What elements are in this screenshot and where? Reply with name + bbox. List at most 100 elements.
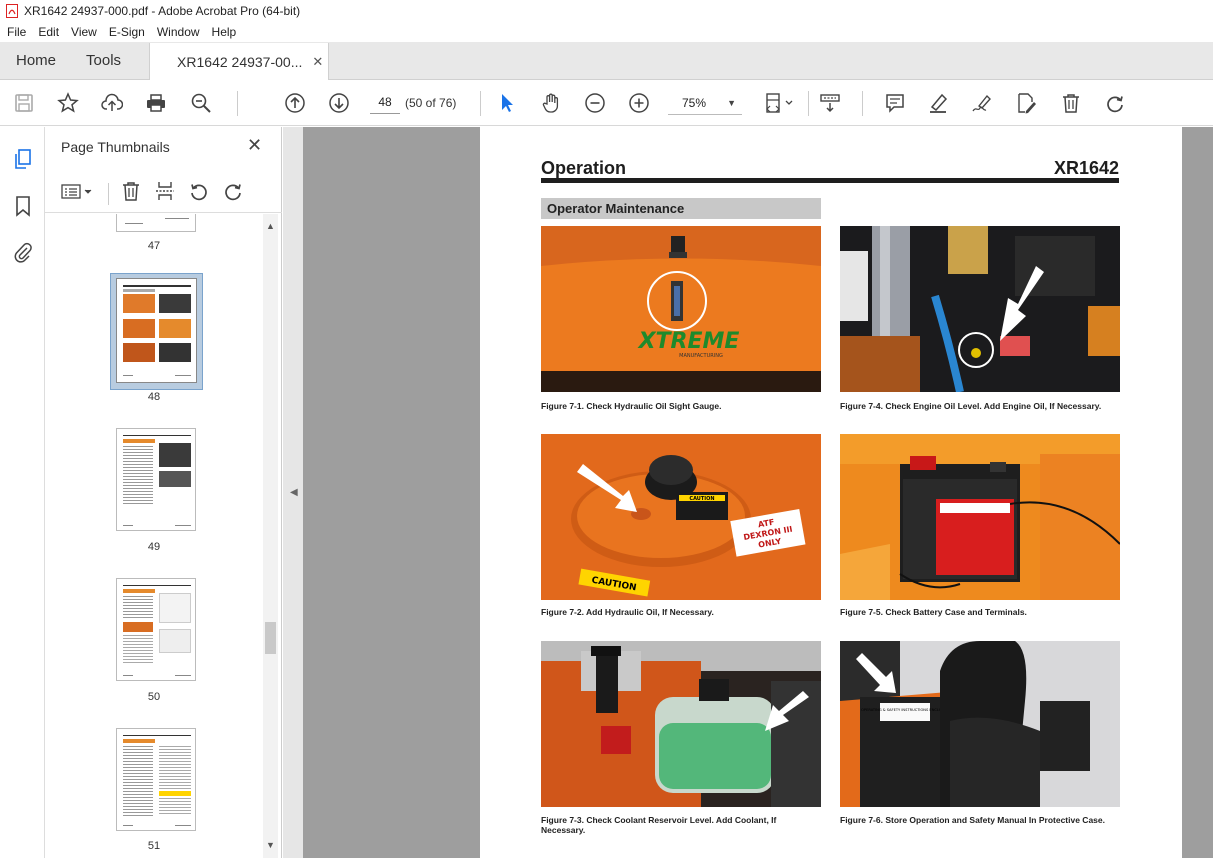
thumbnail-toolbar — [45, 171, 282, 213]
page-number-input[interactable]: 48 — [370, 90, 400, 114]
thumbnail-label: 49 — [147, 541, 161, 553]
attachments-paperclip-icon[interactable] — [11, 240, 35, 264]
manufacturing-logo-text: MANUFACTURING — [679, 353, 723, 359]
thumbnail-page-selected[interactable] — [116, 278, 197, 383]
figure-caption: Figure 7-2. Add Hydraulic Oil, If Necess… — [541, 607, 714, 617]
delete-page-icon[interactable] — [119, 179, 143, 203]
menu-help[interactable]: Help — [206, 25, 243, 39]
menu-edit[interactable]: Edit — [32, 25, 65, 39]
toolbar-separator — [862, 91, 863, 116]
menu-view[interactable]: View — [65, 25, 103, 39]
toolbar-separator — [808, 91, 809, 116]
figure-caption: Figure 7-3. Check Coolant Reservoir Leve… — [541, 815, 777, 835]
edit-pdf-icon[interactable] — [1014, 91, 1038, 115]
chapter-title: Operation — [541, 158, 627, 178]
figure-caption: Figure 7-4. Check Engine Oil Level. Add … — [840, 401, 1102, 411]
toolbar-separator — [108, 183, 109, 205]
tab-document[interactable]: XR1642 24937-00... ✕ — [149, 43, 330, 80]
page-count-label: (50 of 76) — [405, 96, 457, 110]
comment-icon[interactable] — [883, 91, 907, 115]
thumbnail-page[interactable] — [116, 428, 196, 531]
zoom-in-icon[interactable] — [627, 91, 651, 115]
upload-cloud-icon[interactable] — [100, 91, 124, 115]
figure-caption: Figure 7-1. Check Hydraulic Oil Sight Ga… — [541, 401, 722, 411]
figure-caption: Figure 7-6. Store Operation and Safety M… — [840, 815, 1105, 825]
page-thumbnails-icon[interactable] — [11, 147, 35, 171]
fit-page-icon[interactable] — [762, 91, 796, 115]
section-heading: Operator Maintenance — [541, 198, 821, 219]
chevron-down-icon: ▼ — [727, 97, 736, 108]
figure-7-2-photo: CAUTION ATF DEXRON III ONLY CAUTION — [541, 434, 821, 600]
thumbnail-options-icon[interactable] — [59, 179, 97, 203]
window-title: XR1642 24937-000.pdf - Adobe Acrobat Pro… — [24, 4, 301, 18]
menu-window[interactable]: Window — [151, 25, 206, 39]
caution-label-text: CAUTION — [689, 496, 714, 502]
zoom-level-dropdown[interactable]: 75% ▼ — [668, 91, 742, 115]
highlight-pen-icon[interactable] — [926, 91, 950, 115]
close-tab-icon[interactable]: ✕ — [312, 54, 323, 70]
zoom-out-icon[interactable] — [583, 91, 607, 115]
page-thumbnails-panel: Page Thumbnails ✕ 47 48 49 50 51 ▲ ▼ — [45, 127, 282, 858]
print-icon[interactable] — [144, 91, 168, 115]
rotate-clockwise-icon[interactable] — [221, 179, 245, 203]
zoom-search-icon[interactable] — [189, 91, 213, 115]
acrobat-window: XR1642 24937-000.pdf - Adobe Acrobat Pro… — [0, 0, 1213, 858]
close-panel-icon[interactable]: ✕ — [247, 135, 262, 156]
delete-trash-icon[interactable] — [1059, 91, 1083, 115]
thumbnail-scrollbar[interactable] — [263, 214, 278, 858]
toolbar-separator — [237, 91, 238, 116]
pdf-app-icon — [6, 4, 18, 18]
thumbnail-label: 48 — [147, 391, 161, 403]
toolbar-separator — [480, 91, 481, 116]
header-rule — [541, 178, 1119, 183]
bookmarks-icon[interactable] — [11, 194, 35, 218]
next-page-icon[interactable] — [327, 91, 351, 115]
title-bar: XR1642 24937-000.pdf - Adobe Acrobat Pro… — [0, 0, 1213, 22]
thumbnail-label: 47 — [147, 240, 161, 252]
manual-case-label: OPERATING & SAFETY INSTRUCTIONS ENCLOSED — [861, 708, 949, 712]
scroll-down-icon[interactable]: ▼ — [263, 840, 278, 854]
figure-7-3-photo — [541, 641, 821, 807]
insert-page-icon[interactable] — [153, 179, 177, 203]
thumbnail-label: 50 — [147, 691, 161, 703]
draw-sign-icon[interactable] — [970, 91, 994, 115]
figure-7-1-photo: XTREME MANUFACTURING — [541, 226, 821, 392]
viewport-gutter — [1182, 127, 1213, 858]
previous-page-icon[interactable] — [283, 91, 307, 115]
tab-bar: Home Tools XR1642 24937-00... ✕ — [0, 42, 1213, 80]
menu-bar: File Edit View E-Sign Window Help — [0, 22, 1213, 42]
tab-document-label: XR1642 24937-00... — [177, 53, 303, 70]
thumbnail-page[interactable] — [116, 214, 196, 232]
page-header: Operation XR1642 — [541, 155, 1119, 179]
tab-home[interactable]: Home — [0, 42, 71, 79]
model-title: XR1642 — [1053, 158, 1119, 178]
xtreme-logo-text: XTREME — [637, 329, 740, 354]
left-navigation-rail — [0, 127, 45, 858]
scrollbar-thumb[interactable] — [265, 622, 276, 654]
scroll-mode-icon[interactable] — [818, 91, 842, 115]
figure-caption: Figure 7-5. Check Battery Case and Termi… — [840, 607, 1027, 617]
menu-esign[interactable]: E-Sign — [103, 25, 151, 39]
thumbnail-list: 47 48 49 50 51 — [45, 214, 263, 858]
pdf-page: Operation XR1642 Operator Maintenance XT… — [480, 127, 1182, 858]
thumbnail-page[interactable] — [116, 728, 196, 831]
tab-tools[interactable]: Tools — [71, 42, 149, 79]
zoom-level-value: 75% — [682, 95, 707, 110]
panel-splitter[interactable]: ◀ — [283, 127, 303, 858]
figure-7-6-photo: OPERATING & SAFETY INSTRUCTIONS ENCLOSED — [840, 641, 1120, 807]
rotate-counterclockwise-icon[interactable] — [187, 179, 211, 203]
document-viewport[interactable]: Operation XR1642 Operator Maintenance XT… — [303, 127, 1213, 858]
rotate-redo-icon[interactable] — [1103, 91, 1127, 115]
bookmark-star-icon[interactable] — [56, 91, 80, 115]
panel-title: Page Thumbnails — [61, 139, 170, 155]
main-toolbar — [0, 81, 1213, 126]
scroll-up-icon[interactable]: ▲ — [263, 221, 278, 235]
thumbnail-page[interactable] — [116, 578, 196, 681]
save-icon[interactable] — [12, 91, 36, 115]
menu-file[interactable]: File — [0, 25, 32, 39]
figure-7-4-photo — [840, 226, 1120, 392]
select-cursor-icon[interactable] — [495, 91, 519, 115]
hand-tool-icon[interactable] — [539, 91, 563, 115]
collapse-panel-icon[interactable]: ◀ — [290, 487, 298, 498]
thumbnail-label: 51 — [147, 840, 161, 852]
